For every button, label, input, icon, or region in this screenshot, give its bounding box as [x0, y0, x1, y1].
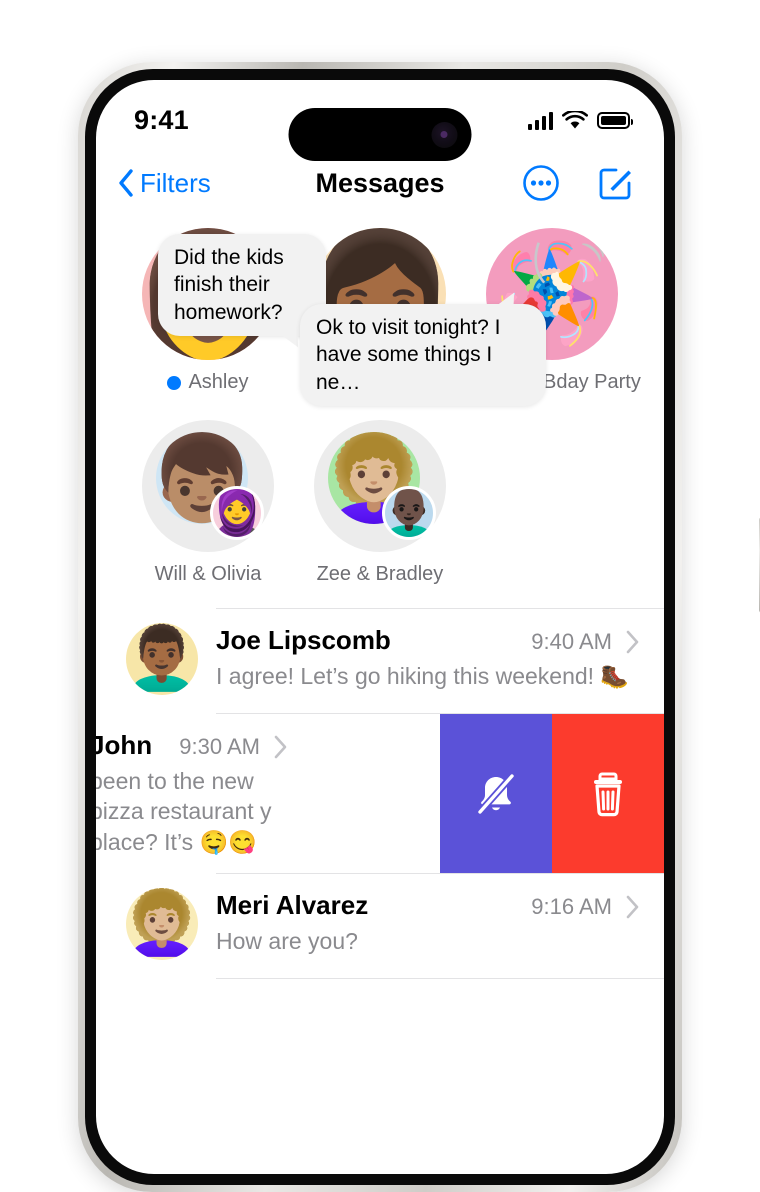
list-divider — [216, 978, 664, 980]
pinned-conversations: 👩 Ashley 👩🏾 Dawn — [96, 214, 664, 592]
battery-icon — [597, 111, 633, 129]
status-bar-time: 9:41 — [134, 104, 189, 135]
group-avatar: 👩🏼‍🦱 👨🏿‍🦲 — [313, 420, 446, 552]
chevron-right-icon — [626, 895, 639, 919]
conversation-time: 9:30 AM — [179, 734, 260, 759]
bell-slash-icon — [476, 772, 516, 816]
conversation-preview: been to the new pizza restaurant y place… — [96, 768, 272, 855]
pinned-label: Zee & Bradley — [317, 563, 444, 586]
unread-dot — [167, 375, 182, 390]
pinned-name: Will & Olivia — [154, 563, 262, 585]
conversation-row-john-swiped[interactable]: 👨 John 9:30 AM — [96, 714, 664, 874]
conversation-row-joe-lipscomb[interactable]: 👨🏾‍🦱 Joe Lipscomb 9:40 AM — [96, 609, 664, 713]
front-camera-icon — [431, 121, 458, 148]
avatar-emoji: 🧕 — [209, 486, 264, 539]
conversation-preview: I agree! Let’s go hiking this weekend! 🥾 — [216, 663, 630, 689]
pinned-item-zee-and-bradley[interactable]: 👩🏼‍🦱 👨🏿‍🦲 Zee & Bradley — [294, 420, 466, 586]
filters-label: Filters — [140, 167, 211, 198]
avatar: 👩🏼‍🦱 — [126, 888, 198, 961]
chevron-right-icon — [626, 630, 639, 654]
mute-button[interactable] — [440, 714, 552, 874]
status-bar: 9:41 — [96, 80, 664, 161]
conversation-name: Meri Alvarez — [216, 890, 369, 921]
navigation-bar: Filters Messages — [96, 152, 664, 214]
pinned-item-empty — [466, 420, 638, 586]
avatar: 👨🏾‍🦱 — [126, 623, 198, 695]
status-bar-indicators — [527, 110, 633, 130]
more-options-icon[interactable] — [522, 164, 560, 202]
compose-icon[interactable] — [596, 164, 634, 202]
chevron-left-icon — [119, 169, 133, 197]
group-avatar: 👦🏽 🧕 — [141, 420, 274, 552]
pinned-name: Ashley — [188, 371, 249, 393]
wifi-icon — [562, 110, 588, 128]
pinned-preview-bubble-dawn: Ok to visit tonight? I have some things … — [300, 304, 546, 406]
avatar-emoji: 👨🏾‍🦱 — [126, 624, 198, 693]
group-avatar-secondary: 👨🏿‍🦲 — [381, 486, 436, 540]
chevron-right-icon — [274, 735, 287, 759]
delete-button[interactable] — [552, 714, 664, 874]
avatar-emoji: 👩🏼‍🦱 — [126, 889, 198, 959]
conversation-preview: How are you? — [216, 928, 358, 955]
conversation-body: Joe Lipscomb 9:40 AM I agree! Let’s go h… — [216, 623, 640, 691]
group-avatar-secondary: 🧕 — [209, 486, 264, 540]
avatar-emoji: 👨🏿‍🦲 — [381, 486, 436, 539]
conversation-header: Joe Lipscomb 9:40 AM — [216, 625, 640, 656]
trash-icon — [594, 772, 622, 816]
conversation-name: Joe Lipscomb — [216, 625, 391, 655]
pinned-label: Ashley — [167, 371, 249, 394]
conversation-meta: 9:30 AM — [179, 734, 288, 760]
swipe-actions — [440, 714, 664, 874]
conversation-name: John — [96, 730, 153, 760]
conversation-header: John 9:30 AM — [96, 730, 288, 761]
conversation-meta: 9:16 AM — [531, 894, 640, 920]
phone-screen: 9:41 Filters Messages Ashley 👩🏾 🪅 Surpri… — [96, 80, 664, 1174]
pinned-name: Zee & Bradley — [316, 563, 444, 585]
phone-bezel: 9:41 Filters Messages Ashley 👩🏾 🪅 Surpri… — [85, 69, 675, 1185]
conversation-row-meri-alvarez[interactable]: 👩🏼‍🦱 Meri Alvarez 9:16 AM — [96, 874, 664, 979]
conversation-list: 👨🏾‍🦱 Joe Lipscomb 9:40 AM — [96, 608, 664, 980]
pinned-row-1: 👩 Ashley 👩🏾 Dawn — [122, 228, 641, 406]
pinned-label: Will & Olivia — [155, 563, 262, 586]
filters-back-button[interactable]: Filters — [118, 168, 211, 199]
conversation-meta: 9:40 AM — [531, 629, 640, 655]
iphone-frame: 9:41 Filters Messages Ashley 👩🏾 🪅 Surpri… — [78, 62, 760, 1192]
cellular-signal-icon — [527, 111, 553, 130]
conversation-time: 9:40 AM — [531, 629, 612, 654]
page-title: Messages — [315, 167, 445, 198]
conversation-body: John 9:30 AM been to the new pizza resta… — [96, 728, 288, 857]
conversation-time: 9:16 AM — [531, 894, 612, 920]
conversation-header: Meri Alvarez 9:16 AM — [216, 890, 640, 921]
nav-actions — [522, 164, 634, 202]
conversation-body: Meri Alvarez 9:16 AM How are you? — [216, 888, 640, 956]
pinned-item-will-and-olivia[interactable]: 👦🏽 🧕 Will & Olivia — [122, 420, 294, 586]
pinned-row-2: 👦🏽 🧕 Will & Olivia — [122, 420, 638, 586]
